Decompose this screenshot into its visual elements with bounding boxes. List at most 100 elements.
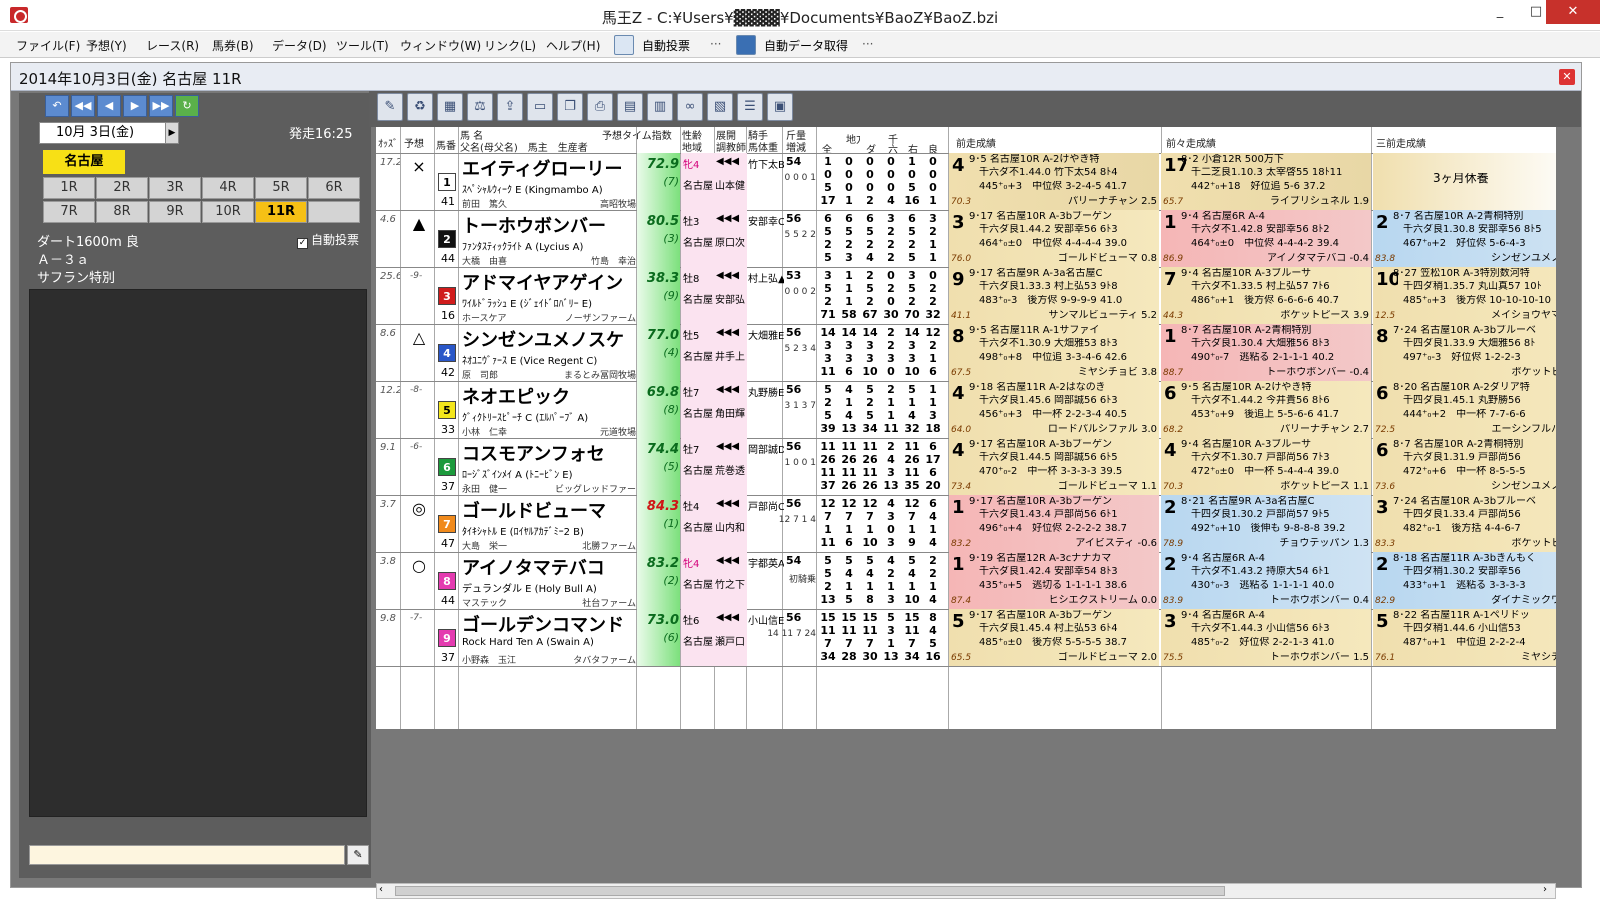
nav-last-icon[interactable]: ▶▶ [149, 95, 173, 117]
horizontal-scrollbar[interactable]: ‹ › [376, 883, 1556, 899]
menu-baken[interactable]: 馬券(B) [212, 37, 254, 54]
table-row[interactable]: 9.8 -7- 9 37 ゴールデンコマンド Rock Hard Ten A (Swain… [376, 609, 1556, 666]
stat-cell: 13 [883, 479, 899, 492]
trainer: 安部弘 [715, 295, 745, 306]
form-icon[interactable]: ▣ [767, 93, 793, 121]
list-icon[interactable]: ☰ [737, 93, 763, 121]
scroll-right-icon[interactable]: › [1543, 884, 1547, 895]
pencil-icon[interactable]: ✎ [347, 845, 369, 865]
race-button[interactable]: 10R [202, 201, 254, 223]
export-icon[interactable]: ⇪ [497, 93, 523, 121]
lightning-icon[interactable] [736, 35, 756, 55]
nav-next-icon[interactable]: ▶ [123, 95, 147, 117]
prev-race-rating: 73.4 [951, 482, 972, 492]
stat-cell: 16 [925, 650, 941, 663]
horse-name[interactable]: トーホウボンバー [462, 212, 638, 238]
stat-cell: 2 [929, 339, 937, 352]
race-button[interactable]: 9R [149, 201, 201, 223]
table-row[interactable]: 3.7 ◎ 7 47 ゴールドビューマ ﾀｲｷｼｬﾄﾙ E (ﾛｲﾔﾙｱｶﾃﾞﾐｰ2 B)… [376, 495, 1556, 552]
date-next-icon[interactable]: ▶ [165, 122, 179, 144]
stat-cell: 13 [841, 422, 857, 435]
menu-link[interactable]: リンク(L) [484, 37, 536, 54]
wrench-icon[interactable]: ✎ [377, 93, 403, 121]
menu-tool[interactable]: ツール(T) [336, 37, 389, 54]
grid-icon[interactable]: ▦ [437, 93, 463, 121]
nav-first-icon[interactable]: ◀◀ [71, 95, 95, 117]
menu-window[interactable]: ウィンドウ(W) [400, 37, 481, 54]
race-button[interactable]: 1R [43, 177, 95, 199]
race-button[interactable]: 2R [96, 177, 148, 199]
book-open-icon[interactable]: ▥ [647, 93, 673, 121]
menu-file[interactable]: ファイル(F) [16, 37, 80, 54]
prediction-mark[interactable]: ○ [404, 556, 434, 575]
card-icon[interactable]: ▭ [527, 93, 553, 121]
horse-name[interactable]: アイノタマテバコ [462, 554, 638, 580]
nav-undo-icon[interactable]: ↶ [45, 95, 69, 117]
table-row[interactable]: 9.1 -6- 6 37 コスモアンフォセ ﾛｰｼﾞｽﾞｲﾝﾒｲ A (ﾄﾆｰﾋﾞﾝ E)… [376, 438, 1556, 495]
horse-name[interactable]: エイティグローリー [462, 155, 638, 181]
menu-race[interactable]: レース(R) [146, 37, 199, 54]
race-button[interactable]: 5R [255, 177, 307, 199]
table-row[interactable]: 3.8 ○ 8 44 アイノタマテバコ デュランダル E (Holy Bull A) マステ… [376, 552, 1556, 609]
horse-name[interactable]: ネオエピック [462, 383, 638, 409]
scroll-thumb[interactable] [395, 886, 1225, 896]
prediction-mark[interactable]: ◎ [404, 499, 434, 518]
layout-icon[interactable]: ▧ [707, 93, 733, 121]
horse-name[interactable]: ゴールドビューマ [462, 497, 638, 523]
table-row[interactable]: 12.2 -8- 5 33 ネオエピック ｸﾞｨｸﾄﾘｰｽﾋﾟｰﾁ C (ｴﾙﾊﾟｰﾌﾞ … [376, 381, 1556, 438]
stat-cell: 0 [887, 295, 895, 308]
scale-icon[interactable]: ⚖ [467, 93, 493, 121]
table-row[interactable]: 8.6 △ 4 42 シンゼンユメノスケ ﾈｵﾕﾆｳﾞｧｰｽ E (Vice Regent… [376, 324, 1556, 381]
stat-cell: 32 [904, 422, 920, 435]
prediction-mark[interactable]: × [404, 157, 434, 176]
autovote-button[interactable]: 自動投票 [642, 37, 690, 54]
menu-yoso[interactable]: 予想(Y) [86, 37, 127, 54]
recycle-icon[interactable]: ♻ [407, 93, 433, 121]
horse-name[interactable]: ゴールデンコマンド [462, 611, 638, 637]
print-icon[interactable]: ⎙ [587, 93, 613, 121]
memo-area[interactable] [29, 289, 367, 817]
prediction-mark[interactable]: △ [404, 328, 434, 347]
table-row[interactable]: 17.2×141エイティグローリーｽﾍﾟｼｬﾙｳｨｰｸ E (Kingmambo… [376, 153, 1556, 210]
menu-help[interactable]: ヘルプ(H) [546, 37, 600, 54]
toolbar-overflow[interactable]: ··· [710, 37, 721, 51]
prev-race-name: 9･4 名古屋10R A-3ブルーサ [1181, 268, 1312, 279]
book-icon[interactable]: ▤ [617, 93, 643, 121]
prev-race-rating: 72.5 [1375, 425, 1396, 435]
stat-cell: 5 [824, 554, 832, 567]
venue-tab[interactable]: 名古屋 [43, 150, 125, 174]
race-button[interactable] [308, 201, 360, 223]
horse-name[interactable]: シンゼンユメノスケ [462, 326, 638, 352]
race-button[interactable]: 7R [43, 201, 95, 223]
stat-cell: 10 [862, 365, 878, 378]
autodata-button[interactable]: 自動データ取得 [764, 37, 848, 54]
close-button[interactable]: ✕ [1546, 0, 1600, 24]
race-button-selected[interactable]: 11R [255, 201, 307, 223]
check-icon[interactable]: ✓ [297, 238, 308, 249]
horse-name[interactable]: アドマイヤアゲイン [462, 269, 638, 295]
autovote-icon[interactable] [614, 35, 634, 55]
race-button[interactable]: 6R [308, 177, 360, 199]
minimize-button[interactable]: _ [1480, 0, 1520, 24]
race-button[interactable]: 4R [202, 177, 254, 199]
scroll-left-icon[interactable]: ‹ [379, 884, 383, 895]
menu-data[interactable]: データ(D) [272, 37, 327, 54]
prediction-mark[interactable]: ▲ [404, 214, 434, 233]
stat-cell: 4 [929, 510, 937, 523]
memo-input[interactable] [29, 845, 345, 865]
table-row[interactable]: 4.6 ▲ 2 44 トーホウボンバー ﾌｧﾝﾀｽﾃｨｯｸﾗｲﾄ A (Lycius A)… [376, 210, 1556, 267]
race-button[interactable]: 3R [149, 177, 201, 199]
handshake-icon[interactable]: ∞ [677, 93, 703, 121]
date-picker[interactable]: 10月 3日(金) [39, 122, 179, 144]
stat-cell: 2 [887, 282, 895, 295]
autovote-checkbox[interactable]: ✓ 自動投票 [297, 231, 359, 249]
toolbar-overflow-2[interactable]: ··· [862, 37, 873, 51]
panel-close-icon[interactable]: ✕ [1559, 69, 1575, 85]
horse-name[interactable]: コスモアンフォセ [462, 440, 638, 466]
table-row[interactable]: 25.6 -9- 3 16 アドマイヤアゲイン ﾜｲﾙﾄﾞﾗｯｼｭ E (ｼﾞｪｲﾄﾞﾛﾊ… [376, 267, 1556, 324]
copy-icon[interactable]: ❐ [557, 93, 583, 121]
nav-prev-icon[interactable]: ◀ [97, 95, 121, 117]
race-button[interactable]: 8R [96, 201, 148, 223]
refresh-icon[interactable]: ↻ [175, 95, 199, 117]
stat-cell: 1 [929, 396, 937, 409]
